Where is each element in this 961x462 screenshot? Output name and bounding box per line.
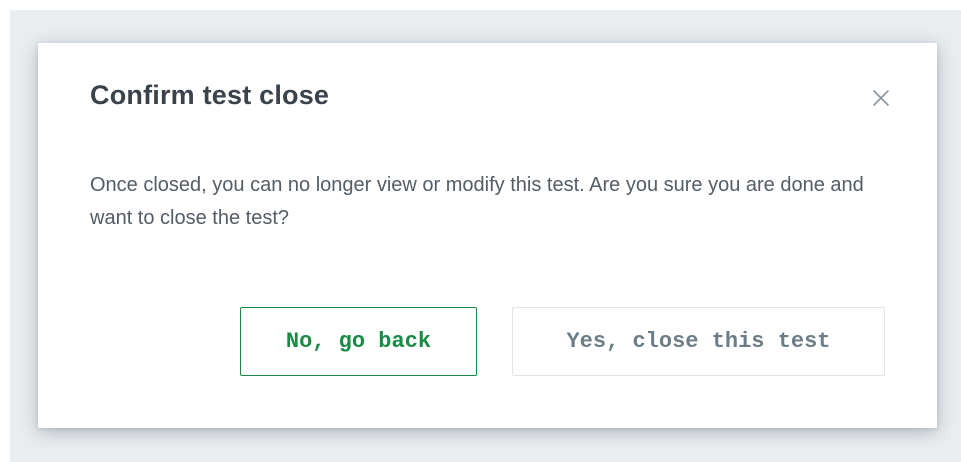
confirm-close-dialog: Confirm test close Once closed, you can … bbox=[38, 43, 937, 428]
close-button[interactable] bbox=[866, 83, 896, 113]
no-go-back-button[interactable]: No, go back bbox=[240, 307, 477, 376]
dialog-title: Confirm test close bbox=[90, 80, 330, 110]
yes-close-test-button[interactable]: Yes, close this test bbox=[512, 307, 885, 376]
close-icon bbox=[873, 90, 889, 106]
dialog-message: Once closed, you can no longer view or m… bbox=[90, 174, 864, 229]
